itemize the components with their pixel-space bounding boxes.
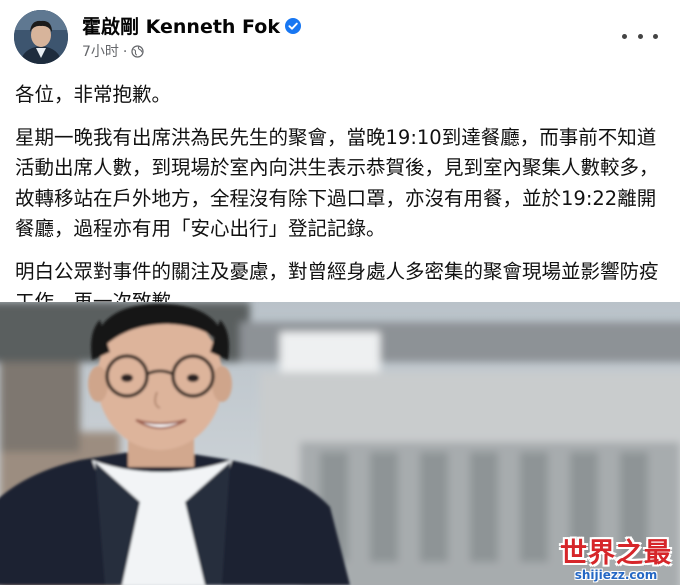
post-meta: 7小时 ·	[82, 41, 145, 61]
post-text: 各位，非常抱歉。 星期一晚我有出席洪為民先生的聚會，當晚19:10到達餐廳，而事…	[15, 80, 670, 330]
post-paragraph-greeting: 各位，非常抱歉。	[15, 83, 172, 106]
post-header: 霍啟剛 Kenneth Fok 7小时 ·	[0, 0, 680, 68]
watermark-url: shijiezz.com	[574, 568, 658, 582]
globe-icon	[131, 45, 145, 58]
watermark-title: 世界之最	[560, 538, 672, 569]
post-paragraph-statement: 星期一晚我有出席洪為民先生的聚會，當晚19:10到達餐廳，而事前不知道活動出席人…	[15, 125, 659, 241]
author-name[interactable]: 霍啟剛 Kenneth Fok	[82, 16, 280, 38]
site-watermark: 世界之最 shijiezz.com	[560, 540, 672, 581]
more-icon-dot	[653, 33, 658, 39]
post-time[interactable]: 7小时	[82, 44, 119, 60]
more-options-button[interactable]	[622, 26, 658, 46]
avatar[interactable]	[14, 10, 68, 64]
post-photo[interactable]: 世界之最 shijiezz.com	[0, 302, 680, 585]
author-name-row[interactable]: 霍啟剛 Kenneth Fok	[82, 12, 301, 39]
verified-icon	[284, 18, 301, 34]
avatar-image	[14, 10, 68, 64]
more-icon-dot	[622, 33, 627, 39]
meta-separator: ·	[122, 44, 128, 60]
more-icon-dot	[637, 33, 643, 39]
